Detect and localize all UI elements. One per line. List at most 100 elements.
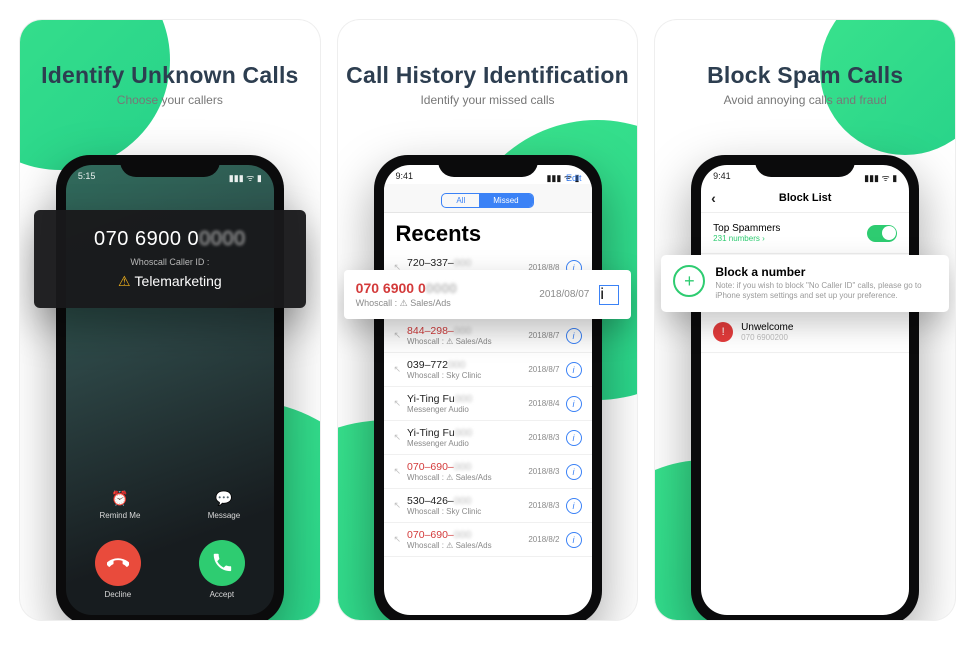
recents-row[interactable]: ↖844–298–000Whoscall : ⚠ Sales/Ads2018/8…	[384, 319, 592, 353]
segment-control[interactable]: All Missed	[441, 193, 533, 208]
info-icon[interactable]: i	[566, 396, 582, 412]
row-date: 2018/8/2	[528, 535, 559, 544]
outgoing-icon: ↖	[394, 432, 402, 443]
recents-row[interactable]: ↖070–690–000Whoscall : ⚠ Sales/Ads2018/8…	[384, 455, 592, 489]
row-date: 2018/8/3	[528, 467, 559, 476]
row-date: 2018/08/07	[539, 289, 589, 300]
row-number: 070–690–000	[407, 529, 522, 541]
headline: Identify Unknown Calls Choose your calle…	[20, 20, 320, 107]
status-time: 5:15	[78, 171, 96, 184]
segment-all[interactable]: All	[442, 194, 479, 207]
row-subtitle: Whoscall : ⚠ Sales/Ads	[407, 541, 522, 550]
card-title: Block a number	[715, 265, 937, 279]
caller-tag: ⚠Telemarketing	[56, 273, 284, 290]
row-date: 2018/8/7	[528, 365, 559, 374]
alert-icon: !	[713, 322, 733, 342]
alarm-icon: ⏰	[111, 490, 128, 507]
card-note: Note: if you wish to block "No Caller ID…	[715, 281, 937, 302]
message-icon: 💬	[215, 490, 232, 507]
phone-notch	[755, 155, 855, 177]
recents-row[interactable]: ↖039–772000Whoscall : Sky Clinic2018/8/7…	[384, 353, 592, 387]
back-button[interactable]: ‹	[711, 190, 716, 206]
headline-subtitle: Avoid annoying calls and fraud	[655, 93, 955, 107]
row-date: 2018/8/3	[528, 433, 559, 442]
accept-button[interactable]: Accept	[199, 540, 245, 599]
nav-bar: ‹ Block List	[701, 184, 909, 213]
row-date: 2018/8/3	[528, 501, 559, 510]
toggle-switch[interactable]	[867, 225, 897, 242]
row-subtitle: Whoscall : ⚠ Sales/Ads	[356, 298, 540, 309]
headline: Call History Identification Identify you…	[338, 20, 638, 107]
remind-me-button[interactable]: ⏰ Remind Me	[99, 490, 140, 520]
row-subtitle: Whoscall : Sky Clinic	[407, 507, 522, 516]
promo-panel-identify: Identify Unknown Calls Choose your calle…	[20, 20, 320, 620]
message-button[interactable]: 💬 Message	[208, 490, 240, 520]
caller-number: 070 6900 00000	[56, 228, 284, 251]
outgoing-icon: ↖	[394, 364, 402, 375]
headline-subtitle: Choose your callers	[20, 93, 320, 107]
promo-panel-block: Block Spam Calls Avoid annoying calls an…	[655, 20, 955, 620]
top-spammers-row[interactable]: Top Spammers 231 numbers ›	[701, 213, 909, 254]
headline: Block Spam Calls Avoid annoying calls an…	[655, 20, 955, 107]
caller-id-label: Whoscall Caller ID :	[56, 257, 284, 267]
outgoing-icon: ↖	[394, 398, 402, 409]
info-icon[interactable]: i	[566, 362, 582, 378]
recents-title: Recents	[384, 213, 592, 251]
info-icon[interactable]: i	[566, 532, 582, 548]
decline-button[interactable]: Decline	[95, 540, 141, 599]
phone-mock: 9:41 ▮▮▮ ᯤ ▮ ‹ Block List Top Spammers 2…	[691, 155, 919, 620]
block-list-screen: 9:41 ▮▮▮ ᯤ ▮ ‹ Block List Top Spammers 2…	[701, 165, 909, 615]
accept-icon	[199, 540, 245, 586]
recents-row[interactable]: ↖ Yi-Ting Fu000Messenger Audio 2018/8/4 i	[384, 387, 592, 421]
status-icons: ▮▮▮ ᯤ ▮	[229, 171, 262, 184]
row-number: 530–426–000	[407, 495, 522, 507]
row-date: 2018/8/4	[528, 399, 559, 408]
decline-icon	[95, 540, 141, 586]
row-number: Yi-Ting Fu000	[407, 393, 522, 405]
outgoing-icon: ↖	[394, 534, 402, 545]
info-icon[interactable]: i	[566, 498, 582, 514]
row-subtitle: Whoscall : ⚠ Sales/Ads	[407, 473, 522, 482]
recents-row[interactable]: ↖ 070–690–000Whoscall : ⚠ Sales/Ads 2018/8…	[384, 523, 592, 557]
phone-mock: 9:41 ▮▮▮ ᯤ ▮ All Missed Edit Recents ↖72…	[374, 155, 602, 620]
recents-row[interactable]: ↖Yi-Ting Fu000Messenger Audio2018/8/3i	[384, 421, 592, 455]
recents-navbar: All Missed Edit	[384, 184, 592, 213]
row-date: 2018/8/7	[528, 331, 559, 340]
status-icons: ▮▮▮ ᯤ ▮	[864, 171, 897, 184]
caller-id-card: 070 6900 00000 Whoscall Caller ID : ⚠Tel…	[34, 210, 306, 308]
info-icon[interactable]: i	[599, 285, 619, 305]
outgoing-icon: ↖	[394, 500, 402, 511]
promo-panel-history: Call History Identification Identify you…	[338, 20, 638, 620]
masked-digits: 0000	[426, 280, 457, 296]
headline-subtitle: Identify your missed calls	[338, 93, 638, 107]
recents-screen: 9:41 ▮▮▮ ᯤ ▮ All Missed Edit Recents ↖72…	[384, 165, 592, 615]
row-count: 231 numbers ›	[713, 234, 867, 243]
add-icon[interactable]: +	[673, 265, 705, 297]
row-subtitle: Messenger Audio	[407, 439, 522, 448]
row-subtitle: 070 6900200	[741, 333, 897, 342]
edit-button[interactable]: Edit	[566, 173, 582, 183]
headline-title: Block Spam Calls	[655, 62, 955, 89]
row-title: Top Spammers	[713, 223, 867, 234]
info-icon[interactable]: i	[566, 430, 582, 446]
row-number: 070 6900 00000	[356, 280, 540, 296]
status-time: 9:41	[396, 171, 414, 184]
highlighted-call-row[interactable]: 070 6900 00000 Whoscall : ⚠ Sales/Ads 20…	[344, 270, 632, 319]
phone-notch	[438, 155, 538, 177]
headline-title: Call History Identification	[338, 62, 638, 89]
primary-call-actions: Decline Accept	[66, 540, 274, 599]
row-subtitle: Whoscall : Sky Clinic	[407, 371, 522, 380]
warning-icon: ⚠	[118, 273, 131, 289]
info-icon[interactable]: i	[566, 328, 582, 344]
block-number-card[interactable]: + Block a number Note: if you wish to bl…	[661, 255, 949, 312]
row-number: 844–298–000	[407, 325, 522, 337]
masked-digits: 0000	[199, 228, 246, 250]
recents-row[interactable]: ↖ 530–426–000Whoscall : Sky Clinic 2018/8/…	[384, 489, 592, 523]
blocked-number-row[interactable]: ! Unwelcome 070 6900200	[701, 312, 909, 353]
segment-missed[interactable]: Missed	[479, 194, 532, 207]
headline-title: Identify Unknown Calls	[20, 62, 320, 89]
info-icon[interactable]: i	[566, 464, 582, 480]
outgoing-icon: ↖	[394, 466, 402, 477]
row-subtitle: Messenger Audio	[407, 405, 522, 414]
outgoing-icon: ↖	[394, 330, 402, 341]
